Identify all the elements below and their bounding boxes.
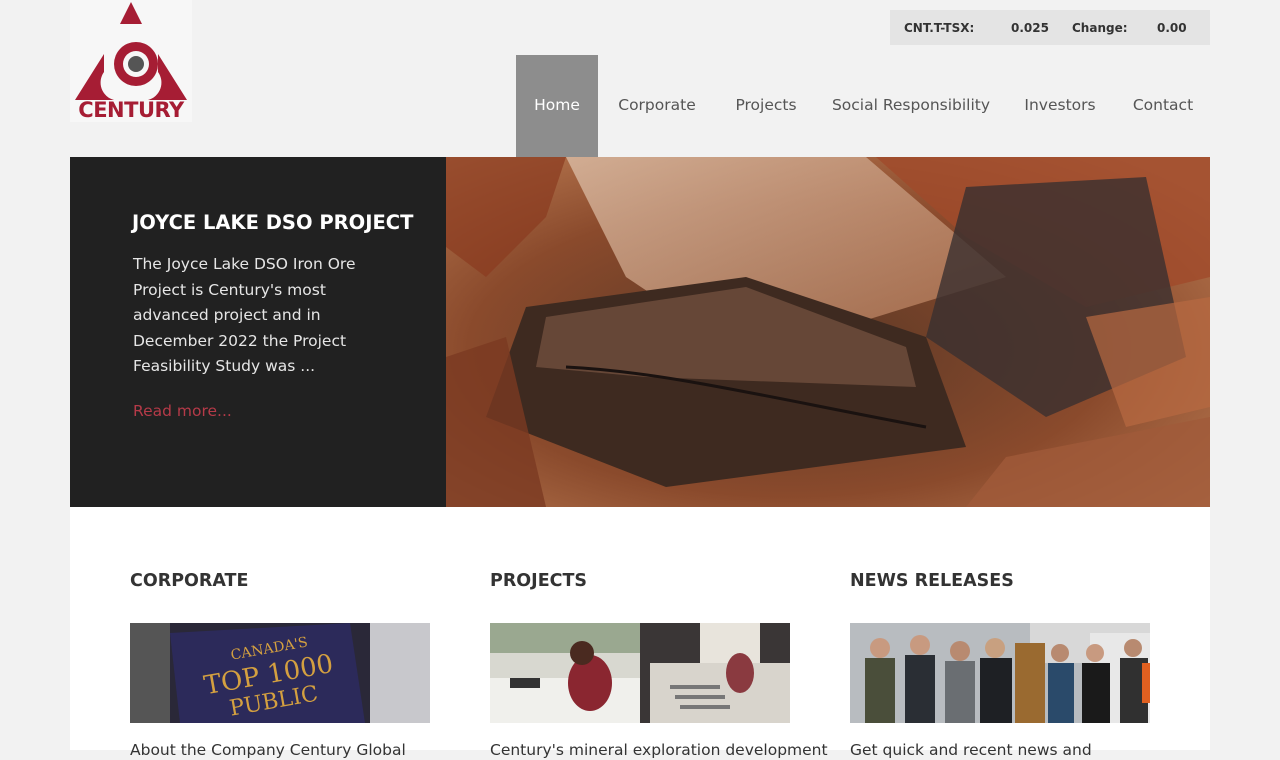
hero-title: JOYCE LAKE DSO PROJECT — [132, 211, 414, 234]
nav-projects[interactable]: Projects — [716, 55, 816, 157]
corporate-caption: About the Company Century Global — [130, 741, 406, 759]
nav-social-responsibility[interactable]: Social Responsibility — [816, 55, 1006, 157]
ticker-symbol: CNT.T-TSX: — [904, 21, 975, 35]
hero-ore-image — [446, 157, 1210, 507]
company-logo[interactable]: CENTURY — [70, 0, 192, 122]
projects-heading: PROJECTS — [490, 571, 588, 591]
news-heading: NEWS RELEASES — [850, 571, 1014, 591]
projects-image[interactable] — [490, 623, 790, 723]
ticker-price: 0.025 — [1011, 21, 1049, 35]
hero-banner: JOYCE LAKE DSO PROJECT The Joyce Lake DS… — [70, 157, 1210, 507]
hero-description: The Joyce Lake DSO Iron Ore Project is C… — [133, 255, 356, 376]
corporate-image[interactable]: CANADA'S TOP 1000 PUBLIC — [130, 623, 430, 723]
stock-ticker: CNT.T-TSX: 0.025 Change: 0.00 — [890, 10, 1210, 45]
ticker-change-label: Change: — [1072, 21, 1128, 35]
corporate-heading: CORPORATE — [130, 571, 249, 591]
nav-home[interactable]: Home — [516, 55, 598, 157]
news-image[interactable] — [850, 623, 1150, 723]
hero-read-more-link[interactable]: Read more... — [133, 402, 232, 420]
ticker-change-value: 0.00 — [1157, 21, 1187, 35]
nav-corporate[interactable]: Corporate — [598, 55, 716, 157]
content-section: CORPORATE CANADA'S TOP 1000 PUBLIC About… — [70, 507, 1210, 759]
projects-caption: Century's mineral exploration developmen… — [490, 741, 828, 759]
nav-contact[interactable]: Contact — [1114, 55, 1212, 157]
logo-wordmark: CENTURY — [78, 98, 184, 122]
news-caption: Get quick and recent news and — [850, 741, 1092, 759]
hero-text-panel: JOYCE LAKE DSO PROJECT The Joyce Lake DS… — [70, 157, 446, 507]
nav-investors[interactable]: Investors — [1006, 55, 1114, 157]
